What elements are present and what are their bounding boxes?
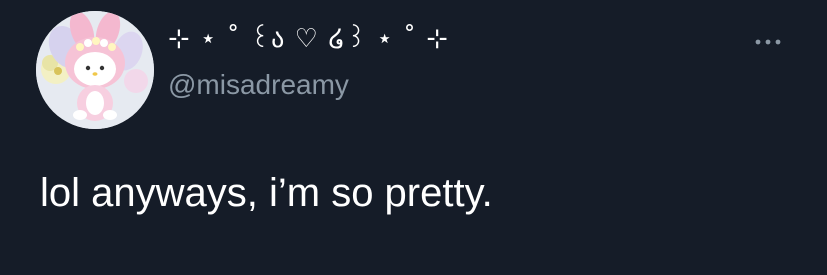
avatar[interactable] (36, 11, 154, 129)
tweet-card: ⊹ ⋆ ˚ ꒰ა ♡ ໒꒱ ⋆ ˚ ⊹ @misadreamy lol anyw… (0, 0, 827, 275)
tweet-text: lol anyways, i’m so pretty. (40, 171, 493, 215)
avatar-image (36, 11, 154, 129)
display-name[interactable]: ⊹ ⋆ ˚ ꒰ა ♡ ໒꒱ ⋆ ˚ ⊹ (168, 22, 449, 56)
user-handle[interactable]: @misadreamy (168, 68, 349, 102)
more-options-button[interactable] (749, 30, 789, 54)
more-horizontal-icon (755, 39, 781, 45)
